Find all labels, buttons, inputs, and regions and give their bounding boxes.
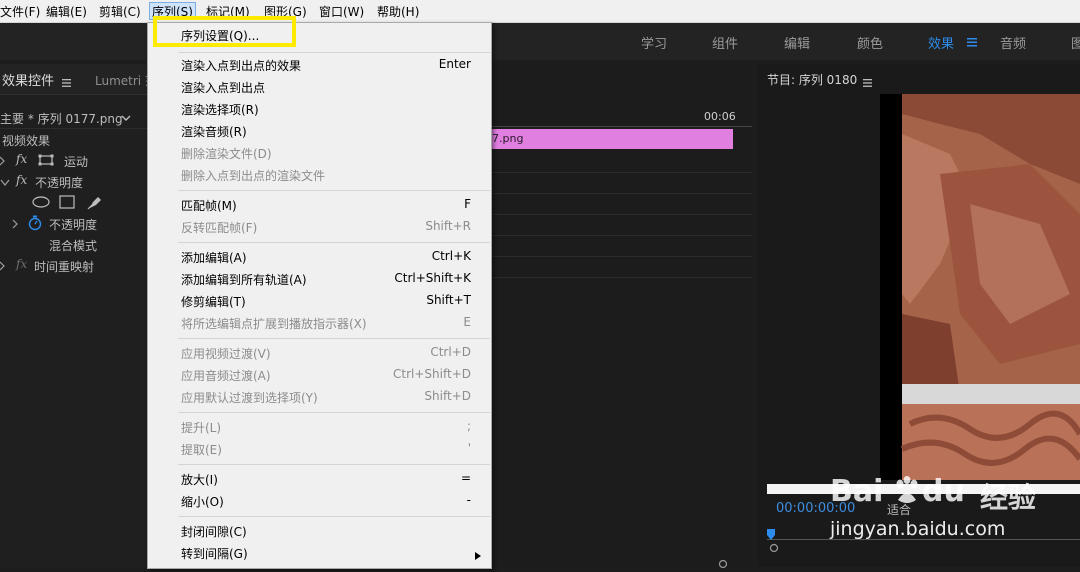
menu-item-zoom-in[interactable]: 放大(I) =	[148, 468, 491, 490]
watermark-brand: Bai	[830, 474, 884, 509]
stopwatch-icon[interactable]	[28, 215, 42, 231]
menu-file[interactable]: 文件(F)	[0, 3, 40, 20]
playhead-marker-icon[interactable]	[767, 529, 775, 541]
menu-item-lift[interactable]: 提升(L) ;	[148, 416, 491, 438]
menu-item-apply-default-transitions[interactable]: 应用默认过渡到选择项(Y) Shift+D	[148, 386, 491, 408]
effect-timeline-panel: 00:06 7.png	[490, 64, 752, 569]
menu-window[interactable]: 窗口(W)	[319, 3, 364, 20]
pen-mask-icon[interactable]	[87, 194, 103, 210]
menu-item-add-edit-all-tracks[interactable]: 添加编辑到所有轨道(A) Ctrl+Shift+K	[148, 268, 491, 290]
workspace-menu-icon[interactable]	[967, 36, 977, 47]
fx-icon: fx	[16, 257, 28, 271]
panel-menu-icon[interactable]	[863, 76, 873, 87]
menu-clip[interactable]: 剪辑(C)	[99, 3, 141, 20]
menu-item-render-audio[interactable]: 渲染音频(R)	[148, 120, 491, 142]
submenu-arrow-icon	[475, 549, 481, 560]
menu-item-reverse-match-frame[interactable]: 反转匹配帧(F) Shift+R	[148, 216, 491, 238]
timeline-ruler-time: 00:06	[704, 110, 736, 123]
menu-item-render-effects-in-out[interactable]: 渲染入点到出点的效果 Enter	[148, 54, 491, 76]
workspace-audio[interactable]: 音频	[1000, 33, 1026, 52]
fx-icon: fx	[16, 152, 28, 166]
workspace-graphics[interactable]: 图	[1071, 33, 1080, 52]
menu-item-zoom-out[interactable]: 缩小(O) -	[148, 490, 491, 512]
workspace-color[interactable]: 颜色	[857, 33, 883, 52]
timeline-clip[interactable]: 7.png	[490, 129, 733, 149]
menu-item-delete-render-files-in-out[interactable]: 删除入点到出点的渲染文件	[148, 164, 491, 186]
chevron-down-icon[interactable]	[121, 112, 131, 122]
highlight-box	[153, 16, 296, 47]
blend-mode-row[interactable]: 混合模式	[0, 234, 148, 255]
video-effects-header: 视频效果	[2, 134, 51, 148]
effect-controls-tab[interactable]: 效果控件	[2, 70, 54, 89]
panel-menu-icon[interactable]	[62, 76, 72, 87]
menu-item-apply-video-transition[interactable]: 应用视频过渡(V) Ctrl+D	[148, 342, 491, 364]
expand-chevron-icon[interactable]	[12, 218, 18, 229]
collapse-chevron-icon[interactable]	[0, 176, 10, 186]
fx-icon: fx	[16, 173, 28, 187]
menu-item-render-selection[interactable]: 渲染选择项(R)	[148, 98, 491, 120]
effect-source-label: 主要 * 序列 0177.png	[0, 112, 123, 126]
watermark-url: jingyan.baidu.com	[830, 518, 1006, 540]
menu-item-render-in-out[interactable]: 渲染入点到出点	[148, 76, 491, 98]
video-frame[interactable]	[880, 94, 1080, 480]
menu-item-close-gap[interactable]: 封闭间隙(C)	[148, 520, 491, 542]
menu-help[interactable]: 帮助(H)	[377, 3, 419, 20]
effect-controls-panel: 效果控件 Lumetri 范 主要 * 序列 0177.png 视频效果 fx …	[0, 64, 157, 567]
workspace-assembly[interactable]: 组件	[712, 33, 738, 52]
expand-chevron-icon[interactable]	[0, 260, 5, 271]
menu-item-add-edit[interactable]: 添加编辑(A) Ctrl+K	[148, 246, 491, 268]
menu-item-go-to-gap[interactable]: 转到间隔(G)	[148, 542, 491, 564]
watermark-brand-2: du	[922, 474, 965, 509]
workspace-learn[interactable]: 学习	[641, 33, 667, 52]
opacity-param-row[interactable]: 不透明度	[0, 213, 148, 234]
video-image	[900, 94, 1080, 480]
menu-item-match-frame[interactable]: 匹配帧(M) F	[148, 194, 491, 216]
effect-row-time-remap[interactable]: fx 时间重映射	[0, 255, 148, 276]
expand-chevron-icon[interactable]	[0, 155, 5, 166]
menu-item-delete-render-files[interactable]: 删除渲染文件(D)	[148, 142, 491, 164]
effect-row-opacity[interactable]: fx 不透明度	[0, 171, 148, 192]
baidu-watermark: Bai du 经验 jingyan.baidu.com	[830, 472, 1080, 567]
watermark-cn: 经验	[980, 481, 1037, 514]
sequence-menu: 序列设置(Q)... 渲染入点到出点的效果 Enter 渲染入点到出点 渲染选择…	[147, 16, 492, 569]
ellipse-mask-icon[interactable]	[32, 196, 50, 208]
menu-item-trim-edit[interactable]: 修剪编辑(T) Shift+T	[148, 290, 491, 312]
effect-row-motion[interactable]: fx 运动	[0, 150, 148, 171]
transform-icon	[38, 154, 58, 166]
paw-logo-icon	[894, 476, 920, 506]
workspace-editing[interactable]: 编辑	[784, 33, 810, 52]
rectangle-mask-icon[interactable]	[59, 195, 75, 209]
workspace-effects[interactable]: 效果	[928, 33, 954, 52]
menu-edit[interactable]: 编辑(E)	[46, 3, 87, 20]
program-monitor-title[interactable]: 节目: 序列 0180	[767, 71, 857, 88]
menu-item-apply-audio-transition[interactable]: 应用音频过渡(A) Ctrl+Shift+D	[148, 364, 491, 386]
zoom-handle-icon[interactable]	[769, 542, 779, 553]
menu-item-extract[interactable]: 提取(E) '	[148, 438, 491, 460]
mask-tools-row	[0, 192, 148, 213]
menu-item-extend-edit-to-playhead[interactable]: 将所选编辑点扩展到播放指示器(X) E	[148, 312, 491, 334]
